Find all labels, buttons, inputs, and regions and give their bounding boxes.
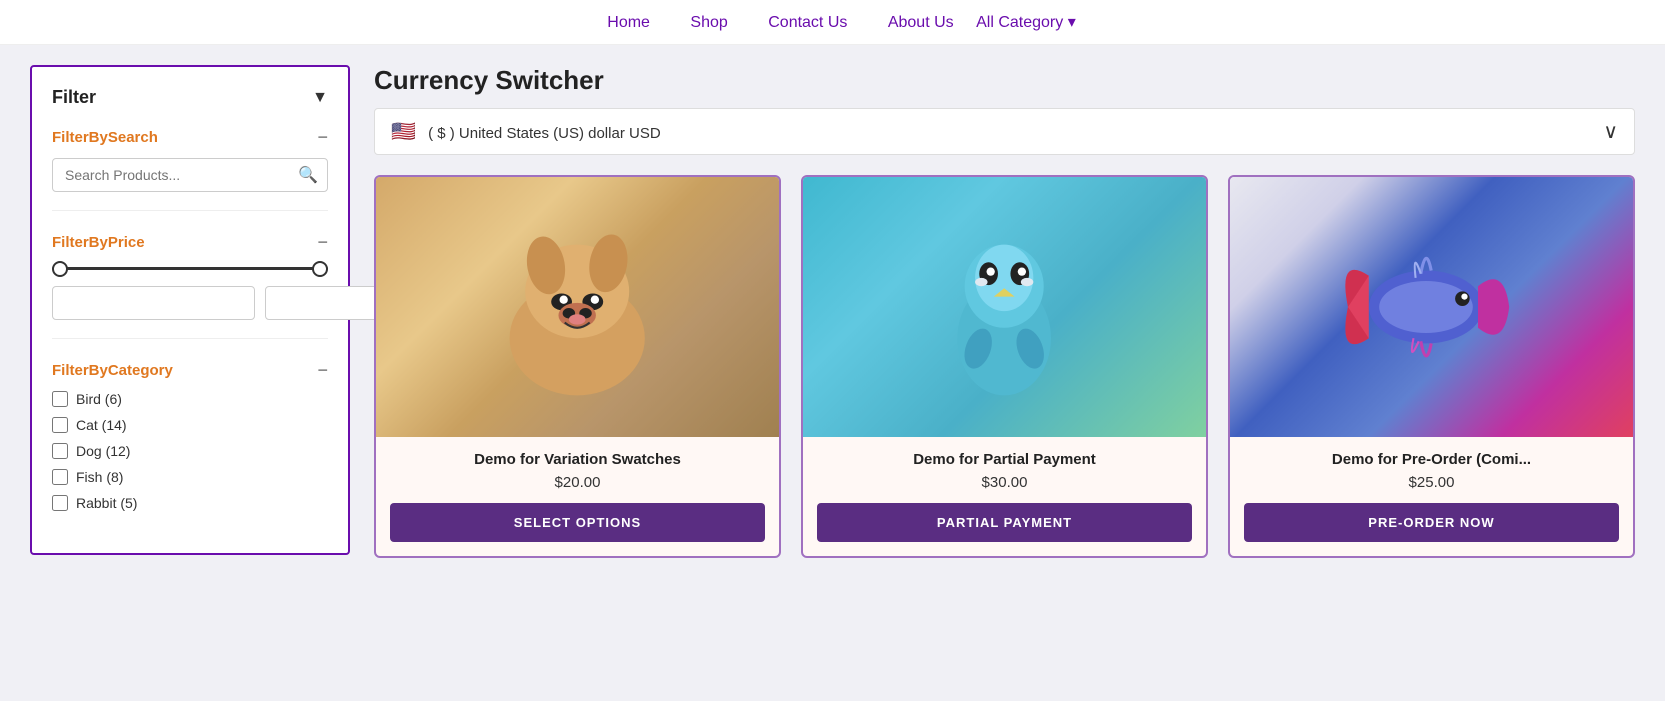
content-area: Currency Switcher 🇺🇸 ( $ ) United States… (374, 65, 1635, 558)
product-image-wrapper (803, 177, 1206, 437)
product-card: Demo for Pre-Order (Comi... $25.00 PRE-O… (1228, 175, 1635, 558)
product-image-wrapper (376, 177, 779, 437)
product-image-fish (1230, 177, 1633, 437)
category-checkbox-2[interactable] (52, 443, 68, 459)
filter-price-collapse[interactable]: − (317, 233, 328, 251)
filter-search-header: FilterBySearch − (52, 128, 328, 146)
search-icon[interactable]: 🔍 (298, 165, 318, 185)
price-thumb-left[interactable] (52, 261, 68, 277)
product-action-button[interactable]: PARTIAL PAYMENT (817, 503, 1192, 542)
category-item-label: Bird (6) (76, 391, 122, 407)
filter-title: Filter (52, 87, 96, 108)
category-item: Dog (12) (52, 443, 328, 459)
price-inputs: 0 249 (52, 286, 328, 320)
product-info: Demo for Partial Payment $30.00 PARTIAL … (803, 437, 1206, 556)
currency-selected: 🇺🇸 ( $ ) United States (US) dollar USD (391, 119, 661, 144)
filter-search-label: FilterBySearch (52, 129, 158, 146)
chevron-down-icon: ∨ (1603, 119, 1618, 144)
product-image-wrapper (1230, 177, 1633, 437)
product-price: $30.00 (982, 474, 1028, 491)
product-action-button[interactable]: SELECT OPTIONS (390, 503, 765, 542)
price-track (52, 267, 328, 270)
product-price: $25.00 (1409, 474, 1455, 491)
filter-price-header: FilterByPrice − (52, 233, 328, 251)
category-checkbox-4[interactable] (52, 495, 68, 511)
product-grid: Demo for Variation Swatches $20.00 SELEC… (374, 175, 1635, 558)
main-layout: Filter ▼ FilterBySearch − 🔍 FilterByPric… (0, 45, 1665, 578)
product-image-dog (376, 177, 779, 437)
search-container: 🔍 (52, 158, 328, 192)
filter-category-header: FilterByCategory − (52, 361, 328, 379)
filter-search-collapse[interactable]: − (317, 128, 328, 146)
nav-shop[interactable]: Shop (690, 14, 727, 31)
category-list: Bird (6) Cat (14) Dog (12) Fish (8) Rabb… (52, 391, 328, 511)
currency-label: ( $ ) United States (US) dollar USD (428, 125, 661, 142)
filter-category-section: FilterByCategory − Bird (6) Cat (14) Dog… (52, 361, 328, 511)
sidebar-filter: Filter ▼ FilterBySearch − 🔍 FilterByPric… (30, 65, 350, 555)
category-item: Rabbit (5) (52, 495, 328, 511)
filter-category-label: FilterByCategory (52, 362, 173, 379)
category-item: Fish (8) (52, 469, 328, 485)
nav-all-category[interactable]: All Category ▾ (976, 14, 1076, 31)
search-input[interactable] (52, 158, 328, 192)
filter-price-label: FilterByPrice (52, 234, 145, 251)
product-action-button[interactable]: PRE-ORDER NOW (1244, 503, 1619, 542)
currency-dropdown[interactable]: 🇺🇸 ( $ ) United States (US) dollar USD ∨ (374, 108, 1635, 155)
filter-search-section: FilterBySearch − 🔍 (52, 128, 328, 211)
product-name: Demo for Variation Swatches (474, 451, 681, 468)
category-checkbox-1[interactable] (52, 417, 68, 433)
nav-home[interactable]: Home (607, 14, 650, 31)
product-image-bird (803, 177, 1206, 437)
product-price: $20.00 (555, 474, 601, 491)
currency-flag: 🇺🇸 (391, 121, 416, 143)
filter-header: Filter ▼ (52, 87, 328, 108)
product-info: Demo for Variation Swatches $20.00 SELEC… (376, 437, 779, 556)
product-card: Demo for Partial Payment $30.00 PARTIAL … (801, 175, 1208, 558)
filter-funnel-icon: ▼ (312, 89, 328, 107)
nav-contact[interactable]: Contact Us (768, 14, 847, 31)
currency-switcher-section: Currency Switcher 🇺🇸 ( $ ) United States… (374, 65, 1635, 155)
product-name: Demo for Pre-Order (Comi... (1332, 451, 1531, 468)
category-checkbox-3[interactable] (52, 469, 68, 485)
filter-price-section: FilterByPrice − 0 249 (52, 233, 328, 339)
product-name: Demo for Partial Payment (913, 451, 1096, 468)
price-slider-container (52, 267, 328, 270)
category-item: Bird (6) (52, 391, 328, 407)
nav-about[interactable]: About Us (888, 14, 954, 31)
category-item-label: Cat (14) (76, 417, 127, 433)
category-item-label: Rabbit (5) (76, 495, 137, 511)
currency-switcher-title: Currency Switcher (374, 65, 1635, 96)
main-nav: Home Shop Contact Us About Us All Catego… (0, 0, 1665, 45)
category-item-label: Dog (12) (76, 443, 130, 459)
filter-category-collapse[interactable]: − (317, 361, 328, 379)
product-info: Demo for Pre-Order (Comi... $25.00 PRE-O… (1230, 437, 1633, 556)
category-checkbox-0[interactable] (52, 391, 68, 407)
category-item: Cat (14) (52, 417, 328, 433)
product-card: Demo for Variation Swatches $20.00 SELEC… (374, 175, 781, 558)
price-thumb-right[interactable] (312, 261, 328, 277)
category-item-label: Fish (8) (76, 469, 123, 485)
price-min-input[interactable]: 0 (52, 286, 255, 320)
